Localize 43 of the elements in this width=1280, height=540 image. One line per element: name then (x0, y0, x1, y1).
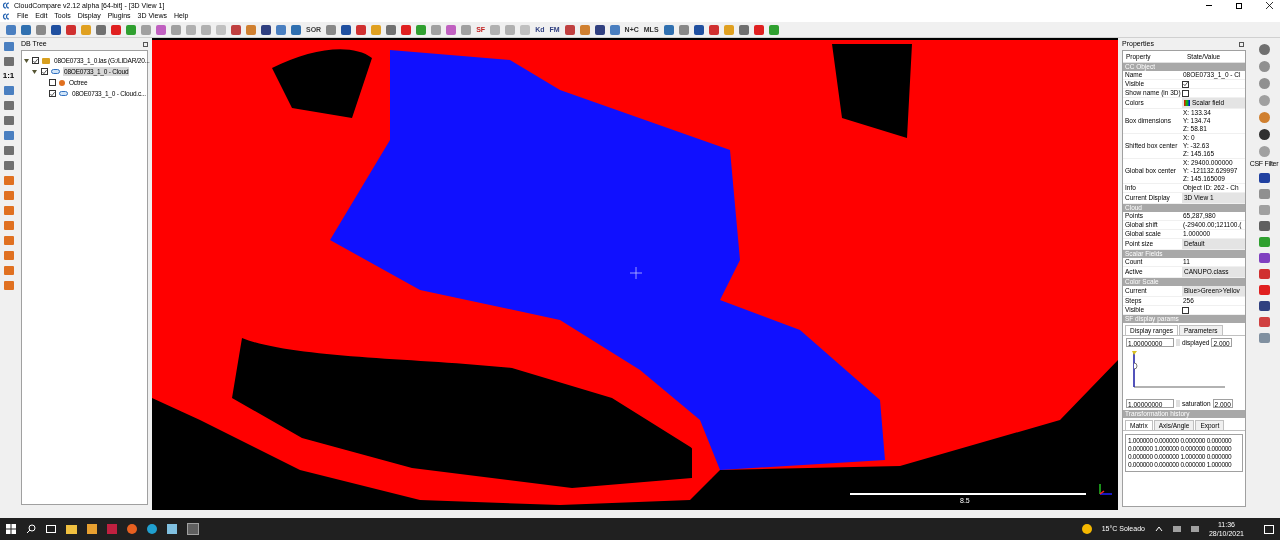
tool-icon[interactable] (51, 24, 61, 35)
task-view-icon[interactable] (46, 525, 56, 533)
checkbox[interactable] (49, 79, 56, 86)
notification-icon[interactable] (1264, 524, 1274, 534)
checkbox[interactable] (32, 57, 39, 64)
checkbox[interactable] (1182, 89, 1189, 97)
tool-icon[interactable] (594, 24, 605, 35)
zoom-button[interactable]: 1:1 (2, 72, 15, 80)
checkbox[interactable] (49, 90, 56, 97)
tool-icon[interactable] (1258, 301, 1270, 311)
chevron-icon[interactable] (1154, 526, 1163, 532)
sun-icon (1081, 524, 1092, 534)
tool-icon[interactable] (261, 24, 271, 35)
cloud-icon (59, 91, 68, 96)
checkbox[interactable] (41, 68, 48, 75)
float-icon[interactable] (143, 41, 148, 47)
axis-icon (1098, 484, 1112, 496)
tool-icon[interactable] (1258, 129, 1270, 140)
app-logo-icon (2, 13, 10, 20)
tool-icon[interactable] (1258, 173, 1270, 183)
tool-icon[interactable] (1258, 221, 1270, 231)
restore-icon[interactable] (1236, 2, 1242, 9)
tool-icon[interactable] (1258, 253, 1270, 263)
folder-icon (42, 57, 50, 64)
app-logo-icon (2, 2, 10, 9)
cloud-icon (51, 69, 60, 74)
volume-icon[interactable] (1190, 526, 1199, 532)
tool-icon[interactable] (693, 24, 704, 35)
checkbox[interactable] (1182, 306, 1189, 314)
folder-icon[interactable] (66, 524, 77, 534)
tool-icon[interactable] (341, 24, 352, 35)
start-icon[interactable] (6, 524, 16, 534)
expand-arrow-icon[interactable] (24, 58, 29, 63)
checkbox[interactable] (1182, 80, 1189, 88)
scalar-field-icon (1184, 100, 1190, 106)
crosshair-icon (630, 267, 642, 279)
search-icon[interactable] (26, 524, 36, 534)
float-icon[interactable] (1239, 41, 1244, 47)
close-icon[interactable] (1266, 2, 1273, 9)
network-icon[interactable] (1172, 526, 1181, 532)
app-icon[interactable] (187, 523, 199, 535)
expand-arrow-icon[interactable] (32, 69, 38, 74)
octree-icon (59, 79, 65, 86)
